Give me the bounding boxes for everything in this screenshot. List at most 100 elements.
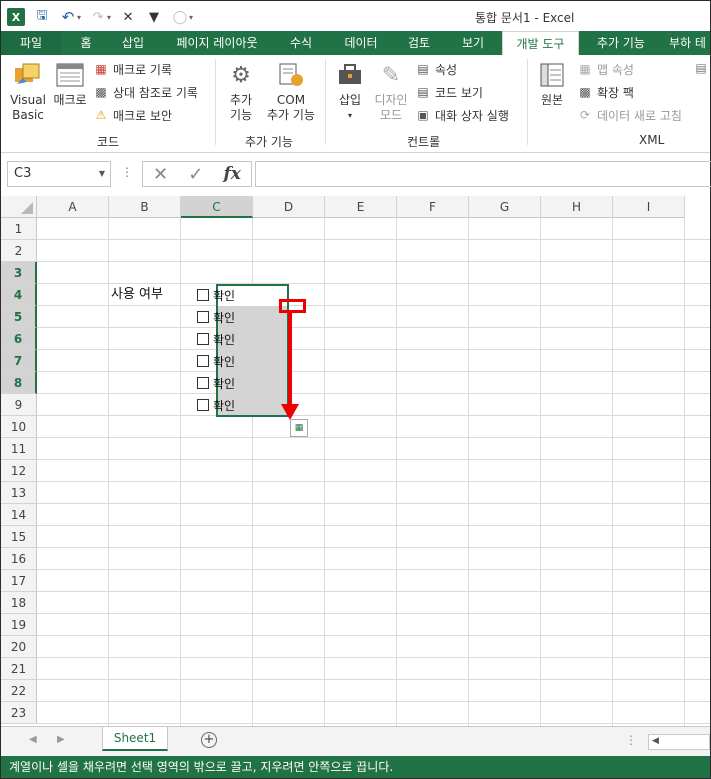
- row-header-12[interactable]: 12: [1, 460, 37, 482]
- column-header-i[interactable]: I: [613, 196, 685, 218]
- checkbox-icon[interactable]: [197, 289, 209, 301]
- column-header-e[interactable]: E: [325, 196, 397, 218]
- customize-qat-icon[interactable]: ▾: [189, 13, 193, 22]
- filter-icon[interactable]: ▼: [145, 10, 163, 25]
- row-header-23[interactable]: 23: [1, 702, 37, 724]
- chevron-down-icon[interactable]: ▼: [99, 162, 105, 186]
- column-header-b[interactable]: B: [109, 196, 181, 218]
- row-header-16[interactable]: 16: [1, 548, 37, 570]
- design-mode-button[interactable]: ✎ 디자인 모드: [371, 61, 411, 123]
- import-icon[interactable]: ▤: [693, 61, 709, 76]
- select-all-button[interactable]: [1, 196, 37, 218]
- checkbox-icon[interactable]: [197, 311, 209, 323]
- column-header-g[interactable]: G: [469, 196, 541, 218]
- tab-file[interactable]: 파일: [1, 31, 61, 55]
- expansion-packs-button[interactable]: ▩ 확장 팩: [577, 82, 634, 102]
- enter-icon[interactable]: ✓: [188, 164, 203, 185]
- tab-home[interactable]: 홈: [69, 31, 103, 55]
- refresh-data-button[interactable]: ⟳ 데이터 새로 고침: [577, 105, 682, 125]
- tab-page-layout[interactable]: 페이지 레이아웃: [165, 31, 269, 55]
- tab-addins[interactable]: 추가 기능: [587, 31, 655, 55]
- row-header-7[interactable]: 7: [1, 350, 37, 372]
- tab-view[interactable]: 보기: [451, 31, 495, 55]
- tab-review[interactable]: 검토: [397, 31, 441, 55]
- checkbox-control[interactable]: 확인: [197, 394, 235, 416]
- name-box[interactable]: C3 ▼: [7, 161, 111, 187]
- map-properties-button[interactable]: ▦ 맵 속성: [577, 59, 634, 79]
- relative-reference-button[interactable]: ▩ 상대 참조로 기록: [93, 82, 198, 102]
- checkbox-control[interactable]: 확인: [197, 350, 235, 372]
- row-header-9[interactable]: 9: [1, 394, 37, 416]
- insert-control-button[interactable]: 삽입 ▾: [333, 61, 367, 123]
- visual-basic-button[interactable]: Visual Basic: [7, 61, 49, 123]
- row-header-19[interactable]: 19: [1, 614, 37, 636]
- row-header-1[interactable]: 1: [1, 218, 37, 240]
- row-header-10[interactable]: 10: [1, 416, 37, 438]
- tab-insert[interactable]: 삽입: [111, 31, 155, 55]
- column-header-f[interactable]: F: [397, 196, 469, 218]
- sheet-tab-sheet1[interactable]: Sheet1: [102, 727, 168, 751]
- checkbox-icon[interactable]: [197, 399, 209, 411]
- row-header-22[interactable]: 22: [1, 680, 37, 702]
- row-header-2[interactable]: 2: [1, 240, 37, 262]
- record-macro-button[interactable]: ▦ 매크로 기록: [93, 59, 172, 79]
- redo-icon[interactable]: ↷: [89, 10, 107, 25]
- redo-dropdown-icon[interactable]: ▾: [107, 13, 111, 22]
- tab-formulas[interactable]: 수식: [279, 31, 323, 55]
- tab-developer[interactable]: 개발 도구: [502, 31, 579, 55]
- cancel-icon[interactable]: ✕: [153, 164, 168, 185]
- scroll-right-icon[interactable]: ▶: [57, 734, 65, 745]
- checkbox-control[interactable]: 확인: [197, 328, 235, 350]
- tab-data[interactable]: 데이터: [333, 31, 389, 55]
- row-header-13[interactable]: 13: [1, 482, 37, 504]
- row-header-8[interactable]: 8: [1, 372, 37, 394]
- com-addins-button[interactable]: COM 추가 기능: [263, 61, 319, 123]
- column-header-d[interactable]: D: [253, 196, 325, 218]
- row-header-21[interactable]: 21: [1, 658, 37, 680]
- circle-icon[interactable]: ◯: [171, 10, 189, 25]
- tab-load-test[interactable]: 부하 테: [665, 31, 710, 55]
- xml-source-button[interactable]: 원본: [535, 61, 569, 108]
- row-header-17[interactable]: 17: [1, 570, 37, 592]
- row-header-18[interactable]: 18: [1, 592, 37, 614]
- scroll-left-icon[interactable]: ◀: [652, 736, 659, 746]
- checkbox-control[interactable]: 확인: [197, 284, 235, 306]
- column-header-a[interactable]: A: [37, 196, 109, 218]
- scroll-left-icon[interactable]: ◀: [29, 734, 37, 745]
- column-header-c[interactable]: C: [181, 196, 253, 218]
- row-header-4[interactable]: 4: [1, 284, 37, 306]
- auto-fill-options-icon[interactable]: ▦: [290, 419, 308, 437]
- save-icon[interactable]: 🖫: [33, 6, 51, 28]
- addins-button[interactable]: ⚙ 추가 기능: [223, 61, 259, 123]
- more-icon[interactable]: ⋮: [625, 733, 637, 747]
- checkbox-icon[interactable]: [197, 333, 209, 345]
- clear-icon[interactable]: ✕: [119, 10, 137, 25]
- add-sheet-icon[interactable]: +: [201, 732, 217, 748]
- cell-b3[interactable]: 사용 여부: [111, 284, 163, 306]
- run-dialog-button[interactable]: ▣ 대화 상자 실행: [415, 105, 509, 125]
- row-header-15[interactable]: 15: [1, 526, 37, 548]
- formula-input[interactable]: [255, 161, 711, 187]
- row-header-3[interactable]: 3: [1, 262, 37, 284]
- row-header-6[interactable]: 6: [1, 328, 37, 350]
- properties-button[interactable]: ▤ 속성: [415, 59, 457, 79]
- checkbox-control[interactable]: 확인: [197, 372, 235, 394]
- macro-security-button[interactable]: ⚠ 매크로 보안: [93, 105, 172, 125]
- view-code-label: 코드 보기: [435, 85, 483, 100]
- row-header-11[interactable]: 11: [1, 438, 37, 460]
- checkbox-icon[interactable]: [197, 355, 209, 367]
- checkbox-control[interactable]: 확인: [197, 306, 235, 328]
- row-header-14[interactable]: 14: [1, 504, 37, 526]
- row-header-5[interactable]: 5: [1, 306, 37, 328]
- checkbox-icon[interactable]: [197, 377, 209, 389]
- insert-function-icon[interactable]: fx: [223, 164, 240, 184]
- column-header-h[interactable]: H: [541, 196, 613, 218]
- row-header-20[interactable]: 20: [1, 636, 37, 658]
- undo-icon[interactable]: ↶: [59, 8, 77, 26]
- more-icon[interactable]: ⋮: [121, 165, 133, 179]
- horizontal-scrollbar[interactable]: ◀: [648, 734, 710, 750]
- macros-button[interactable]: 매크로: [51, 61, 89, 108]
- undo-dropdown-icon[interactable]: ▾: [77, 13, 81, 22]
- cell-area[interactable]: 사용 여부 확인 확인 확인 확인 확인 확인 ▦: [37, 218, 710, 726]
- view-code-button[interactable]: ▤ 코드 보기: [415, 82, 483, 102]
